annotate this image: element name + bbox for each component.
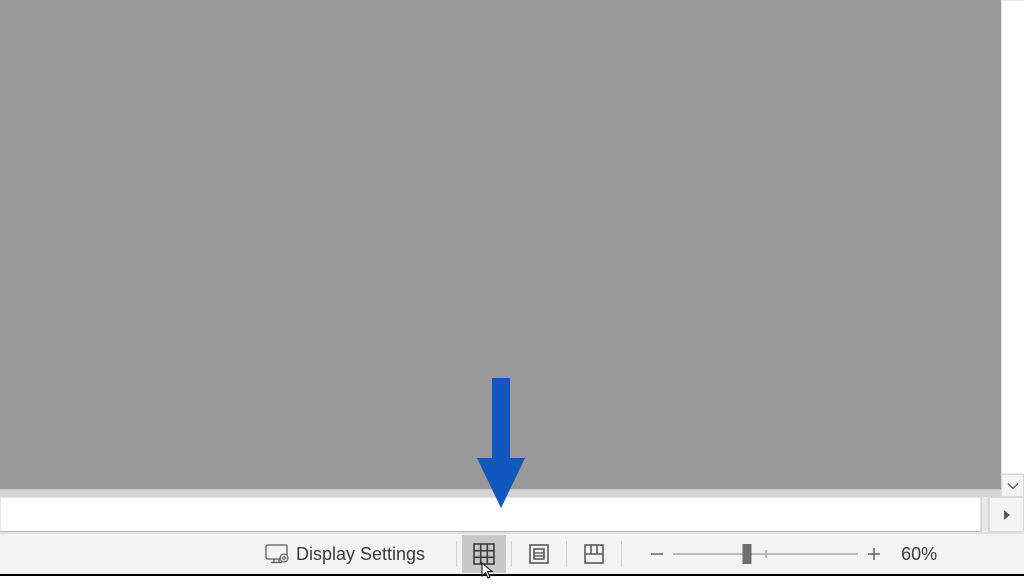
- display-settings-label: Display Settings: [296, 544, 425, 565]
- triangle-right-icon: [1002, 508, 1012, 522]
- zoom-slider-thumb[interactable]: [743, 544, 752, 564]
- view-buttons-group: [451, 535, 627, 573]
- zoom-controls: 60%: [645, 535, 937, 573]
- separator: [621, 541, 622, 567]
- scroll-right-button[interactable]: [989, 497, 1024, 532]
- page-break-icon: [582, 542, 606, 566]
- scroll-down-button[interactable]: [1001, 474, 1024, 497]
- grid-icon: [472, 542, 496, 566]
- minus-icon: [649, 546, 665, 562]
- vertical-scrollbar[interactable]: [1001, 0, 1024, 497]
- zoom-slider-tick: [765, 550, 767, 558]
- zoom-out-button[interactable]: [645, 535, 669, 573]
- plus-icon: [866, 546, 882, 562]
- page-layout-icon: [527, 542, 551, 566]
- display-settings-button[interactable]: Display Settings: [265, 544, 425, 565]
- separator: [566, 541, 567, 567]
- separator: [511, 541, 512, 567]
- page-break-preview-button[interactable]: [572, 535, 616, 573]
- zoom-slider[interactable]: [673, 535, 858, 573]
- status-bar: Display Settings: [0, 534, 1024, 574]
- page-layout-view-button[interactable]: [517, 535, 561, 573]
- horizontal-scrollbar[interactable]: [0, 497, 1024, 532]
- hscroll-top-strip: [0, 489, 1001, 497]
- document-canvas[interactable]: [0, 0, 1001, 489]
- zoom-in-button[interactable]: [862, 535, 886, 573]
- scrollbar-divider: [981, 497, 989, 532]
- vertical-scrollbar-track[interactable]: [1001, 0, 1024, 474]
- chevron-down-icon: [1007, 480, 1019, 492]
- horizontal-scrollbar-track[interactable]: [0, 497, 981, 532]
- separator: [456, 541, 457, 567]
- display-settings-icon: [265, 544, 291, 564]
- zoom-value[interactable]: 60%: [901, 544, 937, 565]
- normal-view-button[interactable]: [462, 535, 506, 573]
- zoom-slider-track: [673, 553, 858, 555]
